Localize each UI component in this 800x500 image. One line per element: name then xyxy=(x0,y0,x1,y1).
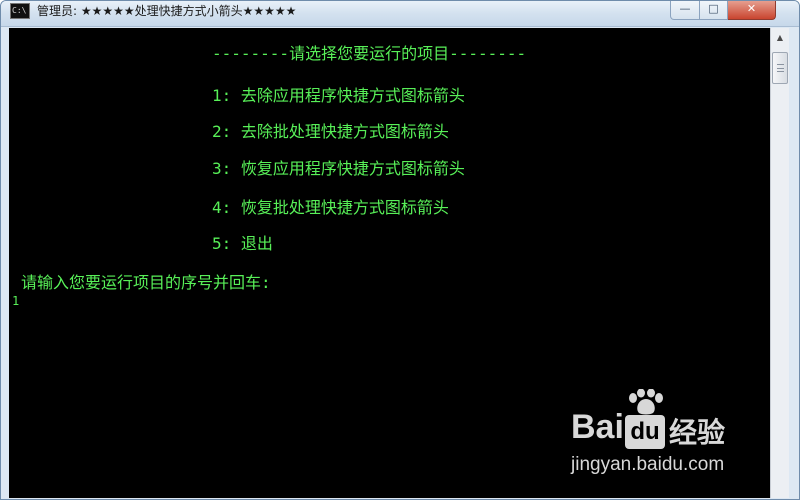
window-title: 管理员: ★★★★★处理快捷方式小箭头★★★★★ xyxy=(37,4,297,18)
watermark-url: jingyan.baidu.com xyxy=(571,454,725,475)
minimize-button[interactable]: — xyxy=(670,1,700,20)
close-icon: ✕ xyxy=(746,2,757,15)
watermark-brand: Bai xyxy=(571,408,624,446)
minimize-icon: — xyxy=(679,2,691,15)
baidu-watermark: Bai du 经验 jingyan.baidu.com xyxy=(569,387,759,487)
arrow-up-icon: ▲ xyxy=(776,33,784,42)
console-input[interactable]: 1 xyxy=(12,294,19,308)
menu-option-1: 1: 去除应用程序快捷方式图标箭头 xyxy=(212,86,465,105)
watermark-brand-suffix: 经验 xyxy=(669,416,726,449)
grip-icon xyxy=(777,64,784,72)
maximize-icon: □ xyxy=(708,2,719,15)
scroll-up-button[interactable]: ▲ xyxy=(772,29,788,46)
menu-option-2: 2: 去除批处理快捷方式图标箭头 xyxy=(212,122,449,141)
menu-option-4: 4: 恢复批处理快捷方式图标箭头 xyxy=(212,198,449,217)
watermark-brand-du: du xyxy=(625,415,665,449)
input-prompt: 请输入您要运行项目的序号并回车: xyxy=(21,273,271,292)
console-icon[interactable]: C:\ xyxy=(10,3,30,19)
title-bar[interactable]: C:\ 管理员: ★★★★★处理快捷方式小箭头★★★★★ — □ ✕ xyxy=(1,1,799,27)
menu-option-3: 3: 恢复应用程序快捷方式图标箭头 xyxy=(212,159,465,178)
paw-icon xyxy=(629,389,663,415)
maximize-button[interactable]: □ xyxy=(700,1,728,20)
menu-option-5: 5: 退出 xyxy=(212,234,273,253)
scroll-thumb[interactable] xyxy=(772,52,788,84)
console-window: C:\ 管理员: ★★★★★处理快捷方式小箭头★★★★★ — □ ✕ -----… xyxy=(0,0,800,500)
close-button[interactable]: ✕ xyxy=(728,1,776,20)
vertical-scrollbar[interactable]: ▲ xyxy=(770,28,789,498)
menu-banner: --------请选择您要运行的项目-------- xyxy=(212,44,527,63)
